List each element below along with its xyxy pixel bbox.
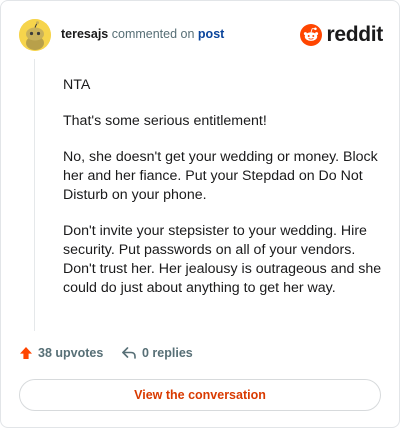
comment-embed-card: teresajs commented on post reddit NTA Th… [0,0,400,428]
post-link[interactable]: post [198,27,224,41]
upvote-button[interactable]: 38 upvotes [19,346,103,360]
view-conversation-button[interactable]: View the conversation [19,379,381,411]
comment-header: teresajs commented on post reddit [17,19,383,51]
reply-count: 0 replies [142,346,193,360]
user-avatar[interactable] [19,19,51,51]
byline-action-text: commented on [111,27,195,41]
username-link[interactable]: teresajs [61,27,108,41]
comment-paragraph: Don't invite your stepsister to your wed… [63,223,382,296]
comment-footer: 38 upvotes 0 replies [19,346,379,366]
reddit-wordmark: reddit [326,23,383,46]
reddit-logo-icon [300,24,323,46]
comment-paragraph: No, she doesn't get your wedding or mone… [63,149,378,203]
comment-byline: teresajs commented on post [61,27,224,41]
comment-paragraph: That's some serious entitlement! [63,113,267,129]
snoo-avatar-icon [19,19,51,51]
thread-line [34,59,35,331]
replies-button[interactable]: 0 replies [121,346,193,360]
comment-paragraph: NTA [63,77,91,93]
upvote-count: 38 upvotes [38,346,104,360]
reddit-logo[interactable]: reddit [300,20,383,50]
reply-arrow-icon [122,347,136,359]
upvote-arrow-icon [20,347,32,359]
comment-body: NTA That's some serious entitlement! No,… [63,76,385,315]
